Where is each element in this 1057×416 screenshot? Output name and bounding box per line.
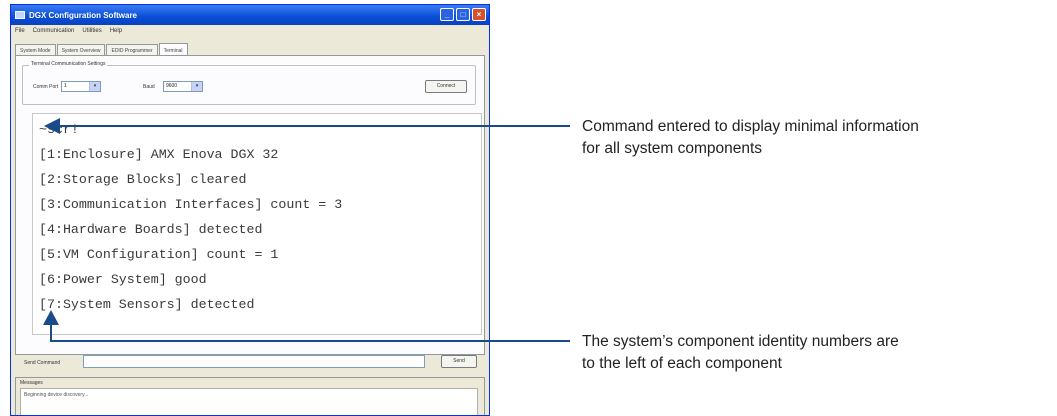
terminal-line: [2:Storage Blocks] cleared [39, 172, 247, 187]
annotation-id-line: The system’s component identity numbers … [582, 333, 899, 350]
terminal-settings-group: Terminal Communication Settings Comm Por… [22, 61, 476, 105]
annotation-id-numbers: The system’s component identity numbers … [582, 331, 899, 375]
terminal-line: [3:Communication Interfaces] count = 3 [39, 197, 343, 212]
chevron-down-icon: ▾ [191, 82, 202, 91]
menu-file[interactable]: File [15, 28, 25, 34]
terminal-line: ~scr! [39, 122, 79, 137]
window-title: DGX Configuration Software [29, 10, 137, 20]
app-icon [15, 11, 25, 19]
terminal-tab-panel: Terminal Communication Settings Comm Por… [15, 55, 485, 355]
minimize-button[interactable]: _ [440, 8, 454, 21]
messages-title: Messages [20, 380, 43, 386]
menu-communication[interactable]: Communication [33, 28, 75, 34]
terminal-line: [5:VM Configuration] count = 1 [39, 247, 279, 262]
comm-port-select[interactable]: 1 ▾ [61, 81, 101, 92]
group-title: Terminal Communication Settings [29, 61, 108, 67]
send-command-input[interactable] [83, 355, 425, 368]
comm-port-value: 1 [64, 83, 67, 89]
messages-log[interactable]: Beginning device discovery... [20, 388, 478, 415]
terminal-output[interactable]: ~scr! [1:Enclosure] AMX Enova DGX 32 [2:… [32, 113, 482, 335]
app-window: DGX Configuration Software _ □ × File Co… [10, 4, 490, 416]
window-controls: _ □ × [440, 8, 486, 21]
message-line: Beginning device discovery... [24, 392, 89, 398]
baud-value: 9600 [166, 83, 178, 89]
connect-button[interactable]: Connect [425, 80, 467, 93]
send-button[interactable]: Send [441, 355, 477, 368]
title-bar[interactable]: DGX Configuration Software _ □ × [11, 5, 489, 25]
terminal-line: [1:Enclosure] AMX Enova DGX 32 [39, 147, 279, 162]
menu-help[interactable]: Help [110, 28, 122, 34]
annotation-command-line: for all system components [582, 140, 763, 157]
menu-bar: File Communication Utilities Help [11, 25, 489, 37]
chevron-down-icon: ▾ [89, 82, 100, 91]
terminal-line: [7:System Sensors] detected [39, 297, 255, 312]
terminal-line: [6:Power System] good [39, 272, 207, 287]
annotation-id-line: to the left of each component [582, 355, 782, 372]
maximize-button[interactable]: □ [456, 8, 470, 21]
messages-panel: Messages Beginning device discovery... [15, 377, 485, 415]
annotation-command: Command entered to display minimal infor… [582, 116, 919, 160]
annotation-command-line: Command entered to display minimal infor… [582, 118, 919, 135]
comm-port-label: Comm Port [33, 84, 59, 90]
close-button[interactable]: × [472, 8, 486, 21]
send-command-label: Send Command [24, 360, 61, 366]
terminal-line: [4:Hardware Boards] detected [39, 222, 263, 237]
baud-label: Baud [143, 84, 155, 90]
baud-select[interactable]: 9600 ▾ [163, 81, 203, 92]
menu-utilities[interactable]: Utilities [82, 28, 101, 34]
